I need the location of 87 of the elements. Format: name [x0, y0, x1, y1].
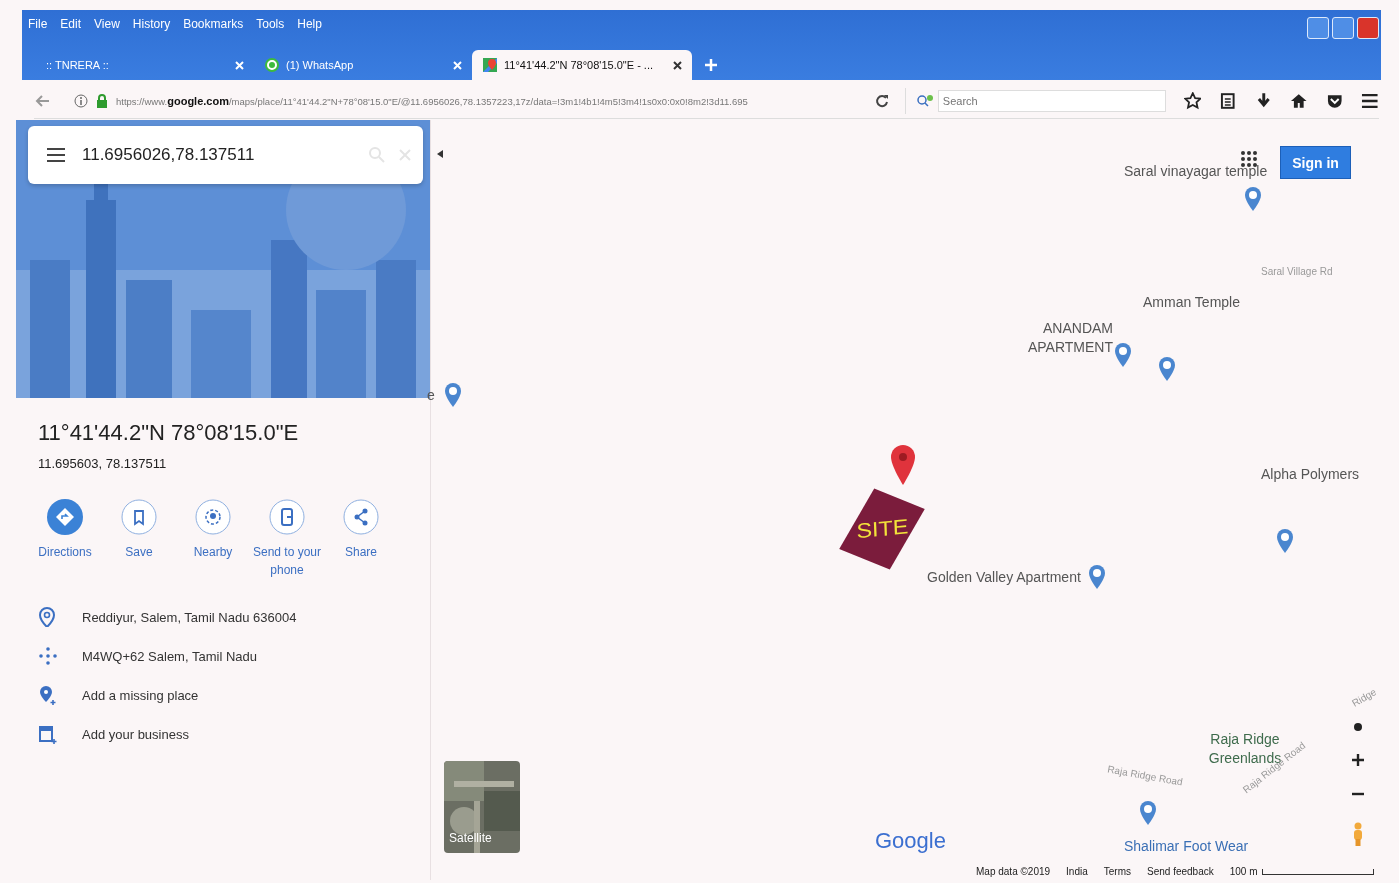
action-label[interactable]: Nearby: [178, 543, 248, 561]
action-label[interactable]: Send to your phone: [252, 543, 322, 579]
browser-tab[interactable]: 11°41'44.2"N 78°08'15.0"E - ...: [472, 50, 692, 80]
menu-item[interactable]: View: [94, 17, 120, 31]
close-icon[interactable]: [673, 60, 682, 70]
place-title: 11°41'44.2"N 78°08'15.0"E: [38, 420, 300, 446]
browser-tab[interactable]: (1) WhatsApp: [254, 50, 472, 80]
collapse-icon[interactable]: [437, 150, 443, 158]
storefront-icon: [38, 724, 58, 744]
tab-title: :: TNRERA ::: [46, 59, 110, 71]
map-label[interactable]: ANANDAM APARTMENT: [1021, 319, 1113, 357]
menu-item[interactable]: Edit: [60, 17, 82, 31]
star-icon[interactable]: [1183, 92, 1202, 110]
zoom-in-icon[interactable]: [1352, 754, 1364, 766]
satellite-label: Satellite: [449, 831, 492, 845]
search-icon: [915, 94, 934, 108]
menu-icon[interactable]: [46, 147, 66, 163]
sign-in-button[interactable]: Sign in: [1280, 146, 1351, 179]
info-text[interactable]: Add a missing place: [82, 687, 199, 703]
map-pin-icon[interactable]: [1088, 564, 1106, 590]
search-field[interactable]: Search: [937, 90, 1166, 112]
pocket-icon[interactable]: [1325, 92, 1344, 110]
map-label[interactable]: Golden Valley Apartment: [927, 569, 1081, 585]
restore-button[interactable]: [1332, 17, 1354, 39]
map-pin-icon[interactable]: [444, 382, 462, 408]
plus-icon[interactable]: [704, 58, 718, 72]
footer-text: Map data ©2019: [976, 866, 1051, 877]
info-text[interactable]: M4WQ+62 Salem, Tamil Nadu: [82, 648, 257, 664]
map-label[interactable]: Saral Village Rd: [1261, 266, 1333, 277]
action-label[interactable]: Directions: [30, 543, 100, 561]
scale-label: 100 m: [1229, 866, 1258, 877]
map-pin-icon[interactable]: [1276, 528, 1294, 554]
pegman-icon[interactable]: [1352, 822, 1364, 846]
menu-item[interactable]: Bookmarks: [183, 17, 244, 31]
site-label: SITE: [855, 514, 909, 544]
home-icon[interactable]: [1290, 92, 1308, 110]
map-pin-icon[interactable]: [1244, 186, 1262, 212]
map-label[interactable]: e: [427, 387, 435, 403]
minimize-button[interactable]: [1307, 17, 1329, 39]
reload-icon[interactable]: [874, 94, 889, 108]
close-button[interactable]: [1357, 17, 1379, 39]
tab-title: 11°41'44.2"N 78°08'15.0"E - ...: [504, 59, 655, 71]
action-label[interactable]: Save: [104, 543, 174, 561]
info-text[interactable]: Add your business: [82, 726, 189, 742]
map-label[interactable]: Ridge: [1350, 686, 1379, 709]
url-text[interactable]: https://www.google.com/maps/place/11°41'44.2"N+78°08'15.0"E/@11.6956026,78.1357223,17z/data=!3m1!4b1!4m5!3m4!1s0x0:0x0!8m2!3d11.695: [116, 95, 875, 107]
location-pin-icon: [38, 607, 58, 627]
menu-item[interactable]: Help: [297, 17, 322, 31]
footer-link[interactable]: India: [1066, 866, 1088, 877]
share-icon[interactable]: [343, 499, 379, 535]
dots-icon: [38, 646, 58, 666]
menu-item[interactable]: Tools: [256, 17, 285, 31]
info-icon: [74, 94, 88, 108]
phone-icon[interactable]: [269, 499, 305, 535]
map-pin-icon[interactable]: [1139, 800, 1157, 826]
tab-title: (1) WhatsApp: [286, 59, 355, 71]
footer-link[interactable]: Terms: [1103, 866, 1131, 877]
my-location-icon[interactable]: [1353, 722, 1363, 732]
action-label[interactable]: Share: [326, 543, 396, 561]
menu-icon[interactable]: [1361, 92, 1379, 110]
google-logo: Google: [875, 828, 946, 854]
search-box[interactable]: 11.6956026,78.137511: [28, 126, 423, 184]
map-label[interactable]: Raja Ridge Road: [1106, 763, 1184, 788]
search-field[interactable]: 11.6956026,78.137511: [80, 144, 355, 166]
add-pin-icon: [38, 685, 58, 705]
directions-icon[interactable]: [47, 499, 83, 535]
browser-tab[interactable]: :: TNRERA ::: [36, 50, 254, 80]
info-text[interactable]: Reddiyur, Salem, Tamil Nadu 636004: [82, 609, 297, 625]
nearby-icon[interactable]: [195, 499, 231, 535]
location-marker-icon: [890, 444, 916, 486]
chat-icon: [264, 57, 280, 73]
bookmark-icon[interactable]: [121, 499, 157, 535]
back-arrow-icon[interactable]: [34, 94, 50, 108]
satellite-toggle[interactable]: Satellite: [444, 761, 520, 853]
menu-item[interactable]: File: [28, 17, 48, 31]
map-pin-icon[interactable]: [1114, 342, 1132, 368]
map-label[interactable]: Shalimar Foot Wear: [1124, 838, 1249, 854]
map-label[interactable]: Alpha Polymers: [1261, 466, 1360, 482]
map-pin-icon[interactable]: [1158, 356, 1176, 382]
coordinates-text: 11.695603, 78.137511: [38, 456, 168, 471]
map-label[interactable]: Saral vinayagar temple: [1124, 163, 1268, 179]
map-pin-icon: [482, 57, 498, 73]
menu-item[interactable]: History: [132, 17, 171, 31]
map-label[interactable]: Amman Temple: [1143, 294, 1240, 310]
lock-icon: [96, 94, 108, 108]
footer-link[interactable]: Send feedback: [1147, 866, 1214, 877]
reading-list-icon[interactable]: [1219, 92, 1237, 110]
